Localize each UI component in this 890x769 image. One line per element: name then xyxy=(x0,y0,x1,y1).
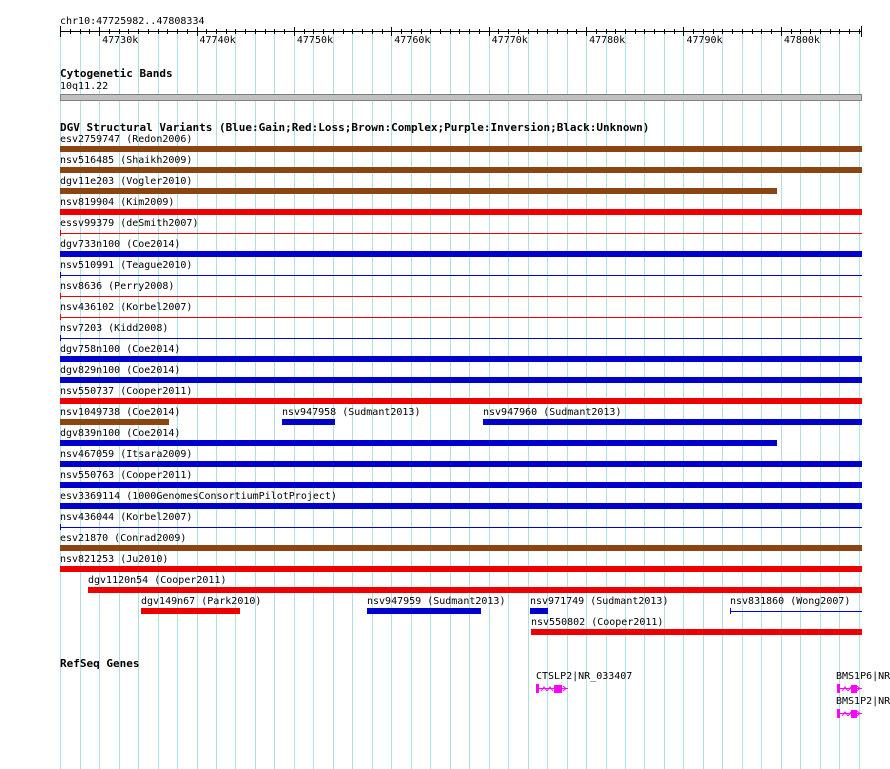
variant-label[interactable]: dgv149n67 (Park2010) xyxy=(141,596,261,607)
variant-line[interactable] xyxy=(730,611,862,612)
variant-bar[interactable] xyxy=(282,419,335,425)
variant-bar[interactable] xyxy=(60,419,169,425)
variant-label[interactable]: nsv1049738 (Coe2014) xyxy=(60,407,180,418)
variant-label[interactable]: essv99379 (deSmith2007) xyxy=(60,218,198,229)
variant-label[interactable]: nsv550802 (Cooper2011) xyxy=(531,617,663,628)
gene-label[interactable]: CTSLP2|NR_033407 xyxy=(536,671,632,682)
variant-end-mark xyxy=(60,230,61,236)
variant-bar[interactable] xyxy=(60,482,862,488)
variant-line[interactable] xyxy=(60,296,862,297)
variant-end-mark xyxy=(60,335,61,341)
variant-end-mark xyxy=(60,293,61,299)
variant-label[interactable]: dgv733n100 (Coe2014) xyxy=(60,239,180,250)
variant-line[interactable] xyxy=(60,233,862,234)
gene-label[interactable]: BMS1P6|NR xyxy=(836,671,890,682)
variant-line[interactable] xyxy=(60,338,862,339)
variant-label[interactable]: nsv516485 (Shaikh2009) xyxy=(60,155,192,166)
variant-bar[interactable] xyxy=(60,566,862,572)
refseq-track xyxy=(536,684,862,718)
gene-exon[interactable] xyxy=(536,684,539,693)
variant-label[interactable]: nsv947958 (Sudmant2013) xyxy=(282,407,420,418)
variant-label[interactable]: nsv467059 (Itsara2009) xyxy=(60,449,192,460)
ruler-tick-label: 47770k xyxy=(491,35,528,46)
variant-label[interactable]: nsv971749 (Sudmant2013) xyxy=(530,596,668,607)
variant-label[interactable]: nsv821253 (Ju2010) xyxy=(60,554,168,565)
variant-label[interactable]: dgv829n100 (Coe2014) xyxy=(60,365,180,376)
variant-bar[interactable] xyxy=(60,356,862,362)
variant-bar[interactable] xyxy=(483,419,862,425)
variant-bar[interactable] xyxy=(60,167,862,173)
gene-exon[interactable] xyxy=(554,685,562,693)
variant-bar[interactable] xyxy=(60,440,777,446)
variant-label[interactable]: nsv510991 (Teague2010) xyxy=(60,260,192,271)
variant-bar[interactable] xyxy=(60,251,862,257)
variant-label[interactable]: nsv947960 (Sudmant2013) xyxy=(483,407,621,418)
variant-label[interactable]: nsv7203 (Kidd2008) xyxy=(60,323,168,334)
refseq-track-title: RefSeq Genes xyxy=(60,657,140,670)
variant-bar[interactable] xyxy=(367,608,481,614)
variant-bar[interactable] xyxy=(60,188,777,194)
variant-label[interactable]: dgv758n100 (Coe2014) xyxy=(60,344,180,355)
genome-browser xyxy=(60,26,862,769)
gene-label[interactable]: BMS1P2|NR xyxy=(836,696,890,707)
variant-bar[interactable] xyxy=(60,209,862,215)
ruler-tick-label: 47760k xyxy=(394,35,431,46)
variant-label[interactable]: nsv947959 (Sudmant2013) xyxy=(367,596,505,607)
variant-bar[interactable] xyxy=(60,545,862,551)
variant-end-mark xyxy=(60,314,61,320)
ruler-tick-label: 47800k xyxy=(783,35,820,46)
variant-bar[interactable] xyxy=(60,398,862,404)
variant-label[interactable]: nsv819904 (Kim2009) xyxy=(60,197,174,208)
variant-end-mark xyxy=(730,608,731,614)
variant-bar[interactable] xyxy=(60,146,862,152)
variant-line[interactable] xyxy=(60,317,862,318)
variant-label[interactable]: nsv831860 (Wong2007) xyxy=(730,596,850,607)
cytoband-bar[interactable] xyxy=(60,94,862,101)
variant-bar[interactable] xyxy=(88,587,862,593)
variant-label[interactable]: dgv839n100 (Coe2014) xyxy=(60,428,180,439)
gene-exon[interactable] xyxy=(837,684,840,693)
variant-line[interactable] xyxy=(60,275,862,276)
variant-bar[interactable] xyxy=(60,377,862,383)
coordinate-label: chr10:47725982..47808334 xyxy=(60,16,205,27)
cytoband-track-title: Cytogenetic Bands xyxy=(60,67,173,80)
cytoband-label: 10q11.22 xyxy=(60,81,109,92)
variant-bar[interactable] xyxy=(531,629,862,635)
variant-label[interactable]: nsv436102 (Korbel2007) xyxy=(60,302,192,313)
variant-bar[interactable] xyxy=(530,608,548,614)
variant-bar[interactable] xyxy=(60,503,862,509)
variant-label[interactable]: nsv550763 (Cooper2011) xyxy=(60,470,192,481)
ruler-tick-label: 47780k xyxy=(589,35,626,46)
variant-end-mark xyxy=(60,272,61,278)
dgv-track-title: DGV Structural Variants (Blue:Gain;Red:L… xyxy=(60,121,650,134)
coordinate-ruler xyxy=(60,26,862,37)
variant-bar[interactable] xyxy=(141,608,240,614)
ruler-tick-label: 47750k xyxy=(296,35,334,46)
ruler-tick-label: 47730k xyxy=(102,35,139,46)
variant-end-mark xyxy=(60,524,61,530)
variant-label[interactable]: esv3369114 (1000GenomesConsortiumPilotPr… xyxy=(60,491,337,502)
variant-line[interactable] xyxy=(60,527,862,528)
variant-label[interactable]: nsv8636 (Perry2008) xyxy=(60,281,174,292)
gene-exon[interactable] xyxy=(837,709,840,718)
variant-label[interactable]: nsv436044 (Korbel2007) xyxy=(60,512,192,523)
variant-label[interactable]: nsv550737 (Cooper2011) xyxy=(60,386,192,397)
variant-label[interactable]: esv21870 (Conrad2009) xyxy=(60,533,186,544)
variant-bar[interactable] xyxy=(60,461,862,467)
variant-label[interactable]: dgv11e203 (Vogler2010) xyxy=(60,176,192,187)
ruler-tick-label: 47740k xyxy=(199,35,236,46)
variant-label[interactable]: esv2759747 (Redon2006) xyxy=(60,134,192,145)
variant-label[interactable]: dgv1120n54 (Cooper2011) xyxy=(88,575,226,586)
ruler-tick-label: 47790k xyxy=(686,35,723,46)
